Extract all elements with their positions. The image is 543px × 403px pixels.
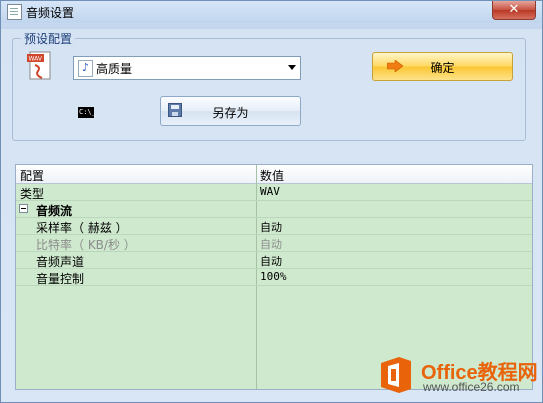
preset-group-label: 预设配置: [21, 30, 76, 47]
row-key: 采样率（ 赫兹 ）: [36, 221, 128, 235]
collapse-icon[interactable]: [19, 204, 28, 213]
column-header-value[interactable]: 数值: [260, 167, 284, 184]
save-as-button-label: 另存为: [212, 106, 249, 120]
grid-row-volume[interactable]: 音量控制 100%: [16, 269, 532, 286]
row-key: 音频声道: [36, 255, 85, 269]
title-bar[interactable]: 音频设置 ✕: [1, 1, 542, 23]
audio-settings-window: 音频设置 ✕ 预设配置 WAV ♪ 高质量 确定 C:\_ 另存为 配置 数值 …: [0, 0, 543, 403]
grid-row-sample-rate[interactable]: 采样率（ 赫兹 ） 自动: [16, 218, 532, 235]
music-note-icon: ♪: [78, 60, 93, 77]
column-header-config[interactable]: 配置: [20, 167, 44, 184]
grid-row-type[interactable]: 类型 WAV: [16, 184, 532, 201]
row-value: 自动: [260, 255, 282, 268]
save-as-button[interactable]: 另存为: [160, 96, 301, 126]
row-key: 音量控制: [36, 272, 85, 286]
row-key: 类型: [20, 187, 45, 201]
app-icon: [7, 4, 22, 20]
grid-row-channels[interactable]: 音频声道 自动: [16, 252, 532, 269]
grid-header: 配置 数值: [16, 165, 532, 184]
row-value: 自动: [260, 221, 282, 234]
office-logo-icon: [381, 357, 411, 393]
watermark: Office教程网 www.office26.com: [373, 353, 543, 401]
row-value: WAV: [260, 185, 280, 198]
ok-button[interactable]: 确定: [372, 52, 513, 81]
preset-select-value: 高质量: [96, 62, 133, 76]
window-title: 音频设置: [26, 6, 75, 20]
preset-select[interactable]: ♪ 高质量: [73, 56, 301, 80]
watermark-url: www.office26.com: [423, 380, 520, 394]
row-value: 100%: [260, 270, 287, 283]
console-icon: C:\_: [78, 107, 96, 118]
ok-button-label: 确定: [430, 61, 455, 75]
grid-row-audio-stream[interactable]: 音频流: [16, 201, 532, 218]
chevron-down-icon[interactable]: [288, 65, 296, 70]
wav-file-icon: WAV: [27, 51, 51, 80]
row-value: 自动: [260, 238, 282, 251]
close-button[interactable]: ✕: [492, 1, 536, 20]
grid-row-bitrate[interactable]: 比特率（ KB/秒 ） 自动: [16, 235, 532, 252]
row-key: 比特率（ KB/秒 ）: [36, 238, 136, 252]
row-key: 音频流: [36, 204, 73, 218]
svg-text:WAV: WAV: [29, 56, 43, 63]
